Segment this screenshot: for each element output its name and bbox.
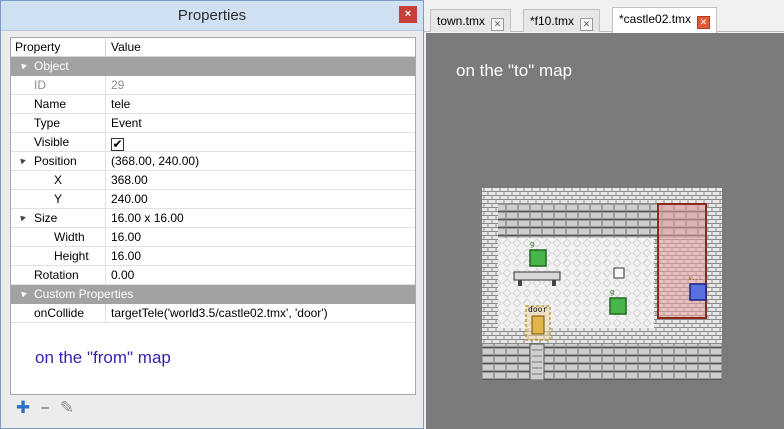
property-name: Height (11, 247, 106, 265)
tab-label: town.tmx (437, 14, 486, 28)
document-tabbar: town.tmx ✕ *f10.tmx ✕ *castle02.tmx ✕ (424, 0, 784, 33)
tab-label: *f10.tmx (530, 14, 575, 28)
property-name: ID (11, 76, 106, 94)
properties-titlebar[interactable]: Properties × (1, 1, 423, 31)
x-value-field[interactable]: 368.00 (106, 171, 415, 189)
table-object (513, 271, 561, 281)
object-label: g (530, 240, 534, 248)
tab-castle02[interactable]: *castle02.tmx ✕ (612, 7, 718, 33)
group-label: Custom Properties (34, 287, 134, 301)
property-name: Y (11, 190, 106, 208)
property-name: Rotation (11, 266, 106, 284)
property-name: Name (11, 95, 106, 113)
from-map-annotation: on the "from" map (35, 348, 171, 367)
property-name: Visible (11, 133, 106, 151)
property-row-name[interactable]: Name tele (11, 95, 415, 114)
property-name: X (11, 171, 106, 189)
close-icon[interactable]: ✕ (491, 18, 505, 31)
property-row-id[interactable]: ID 29 (11, 76, 415, 95)
chair-object (613, 267, 625, 279)
property-row-size[interactable]: Size 16.00 x 16.00 (11, 209, 415, 228)
tab-town[interactable]: town.tmx ✕ (430, 9, 512, 32)
pencil-icon[interactable]: ✎ (58, 399, 76, 417)
width-value-field[interactable]: 16.00 (106, 228, 415, 246)
property-name: onCollide (11, 304, 106, 322)
object-label: s... (688, 275, 702, 282)
close-icon[interactable]: ✕ (580, 18, 594, 31)
property-name: Width (11, 228, 106, 246)
minus-icon[interactable]: ━ (36, 399, 54, 417)
property-row-position[interactable]: Position (368.00, 240.00) (11, 152, 415, 171)
blue-object[interactable] (689, 283, 707, 301)
column-header-value[interactable]: Value (106, 38, 415, 56)
property-value: 29 (111, 78, 125, 92)
property-name: Size (11, 209, 106, 227)
group-row-custom-properties[interactable]: Custom Properties (11, 285, 415, 304)
object-label: g (610, 288, 614, 296)
npc-object[interactable] (529, 249, 547, 267)
oncollide-value-field[interactable]: targetTele('world3.5/castle02.tmx', 'doo… (106, 304, 415, 322)
door-label: door (528, 305, 547, 314)
property-name: Type (11, 114, 106, 132)
grid-header: Property Value (11, 38, 415, 57)
properties-panel: Properties × Property Value Object ID 29… (0, 0, 424, 429)
tab-label: *castle02.tmx (619, 12, 692, 26)
visible-value: ✔ (106, 133, 415, 151)
property-row-width[interactable]: Width 16.00 (11, 228, 415, 247)
collapse-arrow-icon[interactable] (19, 61, 27, 70)
column-header-property[interactable]: Property (11, 38, 106, 56)
tab-f10[interactable]: *f10.tmx ✕ (523, 9, 601, 32)
property-grid: Property Value Object ID 29 Name tele Ty… (10, 37, 416, 395)
size-value-field[interactable]: 16.00 x 16.00 (106, 209, 415, 227)
door-object[interactable] (531, 315, 545, 335)
group-row-object[interactable]: Object (11, 57, 415, 76)
property-row-type[interactable]: Type Event (11, 114, 415, 133)
collapse-arrow-icon[interactable] (19, 289, 27, 298)
property-name: Position (11, 152, 106, 170)
to-map-annotation: on the "to" map (456, 61, 573, 80)
castle-map[interactable]: g g s... door (482, 188, 722, 380)
height-value-field[interactable]: 16.00 (106, 247, 415, 265)
position-value-field[interactable]: (368.00, 240.00) (106, 152, 415, 170)
visible-checkbox[interactable]: ✔ (111, 138, 124, 151)
npc-object[interactable] (609, 297, 627, 315)
group-label: Object (34, 59, 69, 73)
property-row-rotation[interactable]: Rotation 0.00 (11, 266, 415, 285)
property-row-x[interactable]: X 368.00 (11, 171, 415, 190)
close-icon[interactable]: ✕ (697, 16, 711, 29)
property-row-oncollide[interactable]: onCollide targetTele('world3.5/castle02.… (11, 304, 415, 323)
castle-wall-bottom (482, 344, 722, 380)
teleport-zone[interactable] (657, 203, 707, 319)
name-value-field[interactable]: tele (106, 95, 415, 113)
property-row-y[interactable]: Y 240.00 (11, 190, 415, 209)
plus-icon[interactable]: ✚ (14, 399, 32, 417)
close-button[interactable]: × (399, 6, 417, 23)
rotation-value-field[interactable]: 0.00 (106, 266, 415, 284)
y-value-field[interactable]: 240.00 (106, 190, 415, 208)
map-canvas[interactable]: on the "to" map g g s... door (426, 33, 784, 429)
type-value-field[interactable]: Event (106, 114, 415, 132)
panel-title: Properties (177, 7, 247, 24)
property-row-visible[interactable]: Visible ✔ (11, 133, 415, 152)
property-row-height[interactable]: Height 16.00 (11, 247, 415, 266)
